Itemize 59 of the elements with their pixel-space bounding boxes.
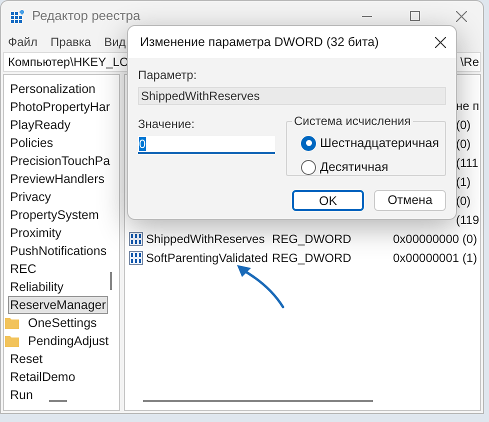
scrollbar-thumb[interactable] [49, 400, 67, 402]
value-data: (0) [456, 192, 471, 210]
dialog-button[interactable]: Отмена [374, 190, 446, 211]
value-data: 0x00000001 (1) [393, 250, 478, 266]
tree-item[interactable]: Reliability [8, 278, 66, 296]
tree-item[interactable]: Privacy [8, 188, 53, 206]
tree-item[interactable]: RetailDemo [8, 368, 78, 386]
binary-value-icon [129, 232, 143, 246]
tree-item[interactable]: PrecisionTouchPa [8, 152, 112, 170]
value-data: 0x00000000 (0) [393, 230, 478, 248]
value-data: не п [456, 98, 480, 114]
radio-label: Шестнадцатеричная [320, 135, 439, 152]
scrollbar-thumb[interactable] [143, 400, 373, 402]
value-data: (1) [456, 174, 471, 190]
field-label: Параметр: [138, 67, 198, 84]
tree-item[interactable]: Policies [8, 134, 56, 152]
tree-item[interactable]: PhotoPropertyHar [8, 98, 112, 116]
group-label: Система исчисления [292, 114, 413, 128]
name-field: ShippedWithReserves [138, 87, 446, 105]
tree-item[interactable]: PreviewHandlers [8, 170, 106, 188]
tree-item[interactable]: PendingAdjust [26, 332, 111, 350]
radio-button[interactable] [301, 136, 316, 151]
address-text[interactable]: \Re [460, 53, 479, 71]
radio-button[interactable] [301, 160, 316, 175]
radio-label: Десятичная [320, 158, 388, 176]
tree-item[interactable]: Reset [8, 350, 45, 368]
value-type: REG_DWORD [272, 230, 352, 248]
tree-item[interactable]: Personalization [8, 80, 98, 98]
app-icon [11, 10, 24, 22]
menu-item[interactable]: Файл [8, 32, 38, 50]
value-type: REG_DWORD [272, 250, 352, 266]
tree-item[interactable]: REC [8, 260, 38, 278]
value-data: (0) [456, 136, 471, 152]
field-label: Значение: [138, 116, 196, 133]
value-field[interactable]: 0 [138, 136, 275, 154]
value-data: (0) [456, 116, 471, 134]
folder-icon [5, 317, 19, 329]
dialog-button[interactable]: OK [292, 190, 364, 211]
value-name[interactable]: SoftParentingValidated [146, 248, 268, 266]
menu-item[interactable]: Вид [104, 32, 126, 50]
scrollbar-thumb[interactable] [110, 272, 112, 290]
value-name[interactable]: ShippedWithReserves [146, 230, 265, 248]
close-icon[interactable] [435, 36, 446, 48]
tree-item[interactable]: Run [8, 386, 35, 404]
tree-item[interactable]: PropertySystem [8, 206, 101, 224]
value-data: (111 [456, 154, 478, 172]
folder-icon [5, 335, 19, 347]
value-data: (119 [456, 212, 480, 228]
tree-item[interactable]: Proximity [8, 224, 64, 242]
menu-item[interactable]: Правка [50, 32, 92, 50]
address-text[interactable]: Компьютер\HKEY_LO [8, 53, 129, 71]
dialog-title: Изменение параметра DWORD (32 бита) [140, 34, 379, 51]
binary-value-icon [129, 250, 143, 264]
maximize-icon[interactable] [410, 11, 420, 21]
window-title: Редактор реестра [32, 7, 140, 26]
tree-item[interactable]: OneSettings [26, 314, 99, 332]
tree-item[interactable]: PushNotifications [8, 242, 109, 260]
tree-item[interactable]: ReserveManager [8, 296, 108, 314]
tree-item[interactable]: PlayReady [8, 116, 72, 134]
